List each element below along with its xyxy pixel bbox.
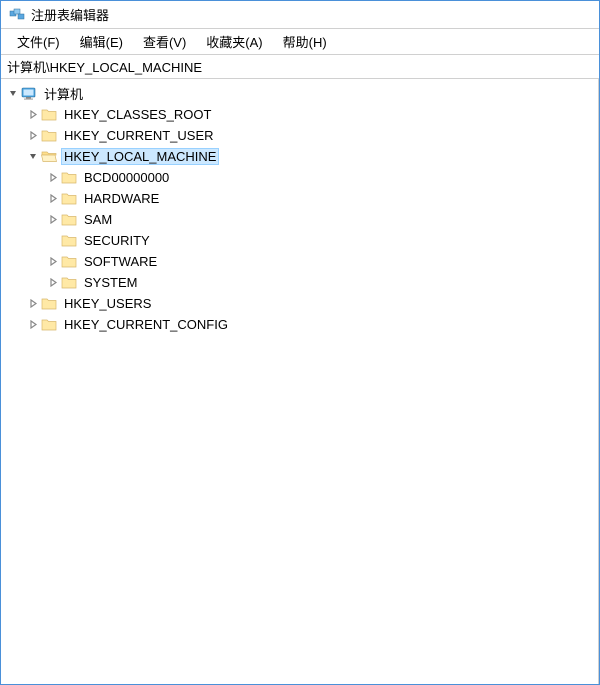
- menu-edit[interactable]: 编辑(E): [70, 29, 133, 54]
- tree-label: HKEY_CURRENT_USER: [61, 127, 217, 144]
- folder-icon: [61, 275, 77, 291]
- folder-icon: [61, 254, 77, 270]
- title-bar: 注册表编辑器: [1, 1, 599, 29]
- folder-icon: [41, 128, 57, 144]
- tree-node-hkcc[interactable]: HKEY_CURRENT_CONFIG: [1, 314, 598, 335]
- address-bar[interactable]: 计算机\HKEY_LOCAL_MACHINE: [1, 55, 599, 79]
- chevron-right-icon[interactable]: [25, 296, 41, 312]
- tree-node-hkcr[interactable]: HKEY_CLASSES_ROOT: [1, 104, 598, 125]
- tree-node-bcd[interactable]: BCD00000000: [1, 167, 598, 188]
- tree-label: 计算机: [41, 83, 86, 104]
- tree-label: BCD00000000: [81, 169, 172, 186]
- tree-node-hku[interactable]: HKEY_USERS: [1, 293, 598, 314]
- app-icon: [9, 7, 25, 23]
- menu-view[interactable]: 查看(V): [133, 29, 196, 54]
- chevron-down-icon[interactable]: [5, 86, 21, 102]
- tree-label: HARDWARE: [81, 190, 162, 207]
- window-title: 注册表编辑器: [31, 5, 109, 24]
- folder-icon: [61, 233, 77, 249]
- menu-file[interactable]: 文件(F): [7, 29, 70, 54]
- tree-node-system[interactable]: SYSTEM: [1, 272, 598, 293]
- tree-node-hklm[interactable]: HKEY_LOCAL_MACHINE: [1, 146, 598, 167]
- tree-label: SYSTEM: [81, 274, 140, 291]
- menu-bar: 文件(F) 编辑(E) 查看(V) 收藏夹(A) 帮助(H): [1, 29, 599, 55]
- tree-node-computer[interactable]: 计算机: [1, 83, 598, 104]
- content-area: 计算机 HKEY_CLASSES_ROOT: [1, 79, 599, 684]
- tree-label: HKEY_USERS: [61, 295, 154, 312]
- folder-icon: [41, 317, 57, 333]
- tree-label: HKEY_CURRENT_CONFIG: [61, 316, 231, 333]
- menu-help[interactable]: 帮助(H): [273, 29, 337, 54]
- chevron-right-icon[interactable]: [45, 212, 61, 228]
- chevron-right-icon[interactable]: [25, 317, 41, 333]
- chevron-right-icon[interactable]: [25, 128, 41, 144]
- chevron-right-icon[interactable]: [45, 275, 61, 291]
- tree-node-security[interactable]: SECURITY: [1, 230, 598, 251]
- chevron-down-icon[interactable]: [25, 149, 41, 165]
- computer-icon: [21, 86, 37, 102]
- folder-open-icon: [41, 149, 57, 165]
- tree-node-sam[interactable]: SAM: [1, 209, 598, 230]
- chevron-right-icon[interactable]: [45, 170, 61, 186]
- tree-label: HKEY_CLASSES_ROOT: [61, 106, 214, 123]
- tree-label: SOFTWARE: [81, 253, 160, 270]
- chevron-right-icon[interactable]: [25, 107, 41, 123]
- folder-icon: [41, 107, 57, 123]
- address-path[interactable]: 计算机\HKEY_LOCAL_MACHINE: [7, 57, 593, 76]
- tree-label: SECURITY: [81, 232, 153, 249]
- tree-node-hkcu[interactable]: HKEY_CURRENT_USER: [1, 125, 598, 146]
- folder-icon: [61, 212, 77, 228]
- menu-favorites[interactable]: 收藏夹(A): [196, 29, 272, 54]
- tree-node-software[interactable]: SOFTWARE: [1, 251, 598, 272]
- chevron-right-icon[interactable]: [45, 191, 61, 207]
- tree-label: HKEY_LOCAL_MACHINE: [61, 148, 219, 165]
- tree-node-hardware[interactable]: HARDWARE: [1, 188, 598, 209]
- tree-label: SAM: [81, 211, 115, 228]
- tree-pane[interactable]: 计算机 HKEY_CLASSES_ROOT: [1, 79, 599, 684]
- folder-icon: [41, 296, 57, 312]
- chevron-right-icon[interactable]: [45, 254, 61, 270]
- folder-icon: [61, 170, 77, 186]
- folder-icon: [61, 191, 77, 207]
